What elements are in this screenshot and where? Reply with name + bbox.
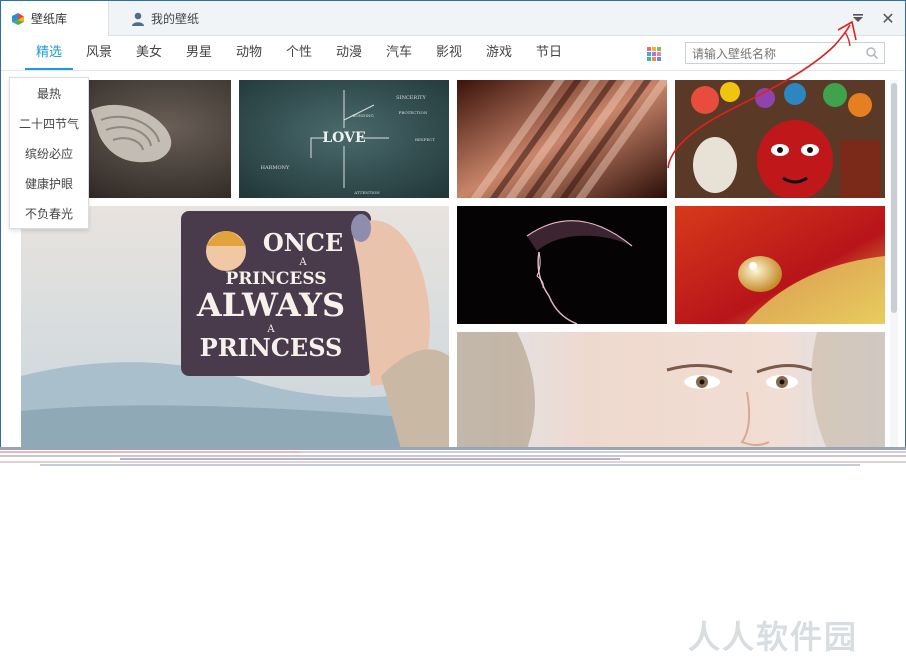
chalk-label: ATTENTION [353,190,380,195]
chalk-label: SINCERITY [396,95,426,101]
red-mask-image [675,80,885,198]
scrollbar-thumb[interactable] [891,83,897,313]
tab-label: 我的壁纸 [151,12,200,26]
category-nav: 精选 风景 美女 男星 动物 个性 动漫 汽车 影视 游戏 节日 [1,36,905,71]
render-glitch-band [0,447,906,466]
search-input[interactable] [686,44,868,64]
nav-item[interactable]: 个性 [279,36,319,70]
love-text: LOVE [322,130,365,146]
wallpaper-thumbnail[interactable] [457,80,667,198]
mug-text: ONCE [263,228,343,257]
mug-text: A [298,257,307,268]
mug-text: ALWAYS [196,286,345,324]
nav-item[interactable]: 精选 [25,36,73,70]
submenu-item-hottest[interactable]: 最热 [10,79,88,109]
active-tab-indicator [25,68,73,70]
nav-item[interactable]: 男星 [179,36,219,70]
submenu-item-solar-terms[interactable]: 二十四节气 [10,109,88,139]
submenu-item-eye-care[interactable]: 健康护眼 [10,169,88,199]
title-bar: 壁纸库 我的壁纸 ✕ [1,1,905,36]
chalk-label: HARMONY [261,165,290,171]
nav-item[interactable]: 美女 [129,36,169,70]
tab-my-wallpapers[interactable]: 我的壁纸 [121,1,231,36]
nav-item[interactable]: 游戏 [479,36,519,70]
hat-silhouette-image [457,206,667,324]
user-icon [132,12,144,26]
search-box [685,42,885,64]
nav-item[interactable]: 影视 [429,36,469,70]
close-button[interactable]: ✕ [879,8,897,28]
nav-item[interactable]: 动物 [229,36,269,70]
wallpaper-thumbnail[interactable] [675,206,885,324]
submenu-item-spring[interactable]: 不负春光 [10,199,88,229]
wallpaper-thumbnail[interactable]: ONCE A PRINCESS ALWAYS A PRINCESS [21,206,449,447]
wallpaper-thumbnail[interactable]: LOVE SINCERITY BONDING PROTECTION RESPEC… [239,80,449,198]
nav-item[interactable]: 节日 [529,36,569,70]
wallpaper-thumbnail[interactable] [457,332,885,447]
dropdown-menu-icon [853,14,863,22]
love-chalkboard-image: LOVE SINCERITY BONDING PROTECTION RESPEC… [239,80,449,198]
water-droplet-image [675,206,885,324]
nav-item[interactable]: 动漫 [329,36,369,70]
grid-view-icon[interactable] [646,46,662,62]
featured-submenu: 最热 二十四节气 缤纷必应 健康护眼 不负春光 [9,77,89,229]
copper-stripes-image [457,80,667,198]
close-icon: ✕ [881,8,895,28]
princess-mug-image: ONCE A PRINCESS ALWAYS A PRINCESS [21,206,449,447]
dropdown-menu-button[interactable] [849,9,867,27]
submenu-item-bing[interactable]: 缤纷必应 [10,139,88,169]
search-icon[interactable] [865,46,879,60]
wallpaper-thumbnail[interactable] [457,206,667,324]
app-logo-icon [12,12,24,25]
chalk-label: BONDING [352,113,373,118]
tab-wallpaper-library[interactable]: 壁纸库 [1,1,109,36]
tab-label: 壁纸库 [31,12,68,26]
wallpaper-thumbnail[interactable] [675,80,885,198]
nav-item[interactable]: 汽车 [379,36,419,70]
wallpaper-window: 壁纸库 我的壁纸 ✕ 精选 风景 美女 男星 动物 个性 动漫 汽车 影视 游戏 [0,0,906,448]
mug-text: PRINCESS [200,333,343,362]
nav-item[interactable]: 风景 [79,36,119,70]
chalk-label: RESPECT [415,137,435,142]
watermark-logo: 人人软件园 [688,618,859,656]
woman-face-image [457,332,885,447]
chalk-label: PROTECTION [399,110,428,115]
